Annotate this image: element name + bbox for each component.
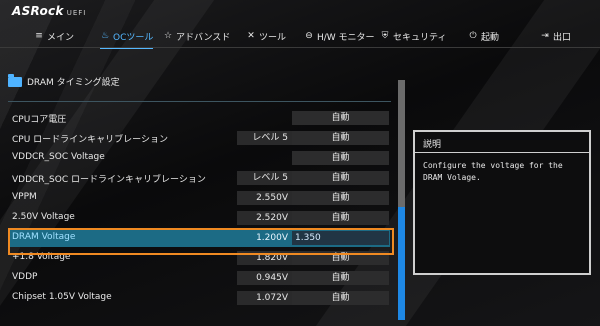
setting-row-cpu-core-voltage[interactable]: CPUコア電圧 自動 — [12, 109, 392, 129]
setting-row-chipset-105v[interactable]: Chipset 1.05V Voltage 1.072V 自動 — [12, 289, 392, 309]
tab-label: ツール — [259, 32, 287, 43]
setting-row-vddcr-soc-llc[interactable]: VDDCR_SOC ロードラインキャリブレーション レベル 5 自動 — [12, 169, 392, 189]
tab-oc-tools[interactable]: ♨ OCツール — [100, 27, 154, 49]
tab-label: セキュリティ — [393, 32, 447, 43]
menu-icon: ≡ — [35, 31, 43, 41]
setting-label: CPUコア電圧 — [12, 115, 67, 125]
setting-label: CPU ロードラインキャリブレーション — [12, 135, 168, 145]
setting-current: レベル 5 — [237, 171, 292, 185]
setting-current: 0.945V — [237, 271, 292, 285]
setting-current: 1.072V — [237, 291, 292, 305]
help-divider — [415, 152, 589, 153]
flame-icon: ♨ — [100, 31, 110, 41]
tab-label: H/W モニター — [317, 32, 375, 43]
brand-sub: UEFI — [66, 9, 87, 17]
section-divider — [8, 101, 391, 102]
setting-value[interactable]: 自動 — [292, 191, 389, 205]
tab-main[interactable]: ≡ メイン — [34, 27, 74, 45]
tab-boot[interactable]: ⏻ 起動 — [468, 27, 499, 45]
setting-label: VDDCR_SOC ロードラインキャリブレーション — [12, 175, 206, 185]
folder-icon — [8, 73, 22, 87]
setting-value[interactable]: 自動 — [292, 171, 389, 185]
tab-label: 出口 — [553, 32, 572, 43]
brand-logo: ASRock UEFI — [12, 4, 86, 18]
tab-advanced[interactable]: ☆ アドバンスド — [163, 27, 230, 45]
setting-current: レベル 5 — [237, 131, 292, 145]
setting-value[interactable]: 自動 — [292, 211, 389, 225]
setting-label: VPPM — [12, 192, 37, 202]
setting-label: Chipset 1.05V Voltage — [12, 292, 112, 302]
setting-value[interactable]: 自動 — [292, 151, 389, 165]
setting-row-vppm[interactable]: VPPM 2.550V 自動 — [12, 189, 392, 209]
help-text: Configure the voltage for the DRAM Volag… — [423, 161, 563, 182]
setting-row-cpu-llc[interactable]: CPU ロードラインキャリブレーション レベル 5 自動 — [12, 129, 392, 149]
nav-divider — [0, 47, 600, 48]
tab-label: メイン — [47, 32, 75, 43]
tab-tools[interactable]: ✕ ツール — [246, 27, 286, 45]
setting-label: VDDCR_SOC Voltage — [12, 152, 105, 162]
exit-icon: ⇥ — [541, 31, 549, 41]
help-title: 説明 — [423, 140, 442, 150]
monitor-icon: ⊖ — [305, 31, 313, 41]
tools-icon: ✕ — [247, 31, 255, 41]
help-panel: 説明 Configure the voltage for the DRAM Vo… — [413, 130, 591, 275]
setting-current: 2.520V — [237, 211, 292, 225]
setting-label: VDDP — [12, 272, 38, 282]
brand-name: ASRock — [12, 4, 64, 18]
selection-outline — [8, 228, 394, 255]
setting-value[interactable]: 自動 — [292, 271, 389, 285]
setting-value[interactable]: 自動 — [292, 291, 389, 305]
power-icon: ⏻ — [469, 31, 477, 41]
setting-current: 2.550V — [237, 191, 292, 205]
settings-list: CPUコア電圧 自動 CPU ロードラインキャリブレーション レベル 5 自動 … — [8, 109, 392, 309]
tab-label: 起動 — [481, 32, 500, 43]
star-icon: ☆ — [163, 31, 173, 41]
tab-label: アドバンスド — [176, 32, 231, 43]
section-header[interactable]: DRAM タイミング設定 — [8, 73, 120, 88]
section-title: DRAM タイミング設定 — [27, 78, 120, 88]
setting-row-250v-voltage[interactable]: 2.50V Voltage 2.520V 自動 — [12, 209, 392, 229]
tab-security[interactable]: ⛨ セキュリティ — [380, 27, 447, 45]
setting-row-vddp[interactable]: VDDP 0.945V 自動 — [12, 269, 392, 289]
tab-exit[interactable]: ⇥ 出口 — [540, 27, 571, 45]
top-nav: ≡ メイン ♨ OCツール ☆ アドバンスド ✕ ツール ⊖ H/W モニター … — [0, 27, 600, 49]
setting-value[interactable]: 自動 — [292, 111, 389, 125]
shield-icon: ⛨ — [381, 31, 389, 41]
tab-hw-monitor[interactable]: ⊖ H/W モニター — [304, 27, 375, 45]
tab-label: OCツール — [113, 32, 154, 43]
setting-label: 2.50V Voltage — [12, 212, 75, 222]
scrollbar-thumb[interactable] — [398, 207, 405, 320]
setting-value[interactable]: 自動 — [292, 131, 389, 145]
setting-row-vddcr-soc-voltage[interactable]: VDDCR_SOC Voltage 自動 — [12, 149, 392, 169]
